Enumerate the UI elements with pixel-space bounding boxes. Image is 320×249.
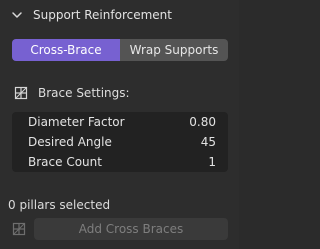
grid-icon: [14, 86, 28, 100]
panel-title: Support Reinforcement: [33, 7, 172, 22]
field-value[interactable]: 1: [208, 155, 216, 169]
field-value[interactable]: 45: [201, 135, 216, 149]
field-value[interactable]: 0.80: [189, 115, 216, 129]
brace-settings-fields: Diameter Factor 0.80 Desired Angle 45 Br…: [12, 112, 228, 172]
mode-tabs: Cross-Brace Wrap Supports: [12, 39, 228, 61]
field-label: Desired Angle: [28, 135, 112, 149]
panel-header[interactable]: Support Reinforcement: [0, 0, 239, 29]
field-label: Brace Count: [28, 155, 102, 169]
brace-settings-heading: Brace Settings:: [14, 86, 130, 100]
grid-icon: [12, 222, 26, 236]
field-label: Diameter Factor: [28, 115, 125, 129]
add-cross-braces-button[interactable]: Add Cross Braces: [34, 218, 228, 240]
brace-settings-label: Brace Settings:: [38, 86, 130, 100]
selection-status: 0 pillars selected: [8, 198, 111, 212]
brace-count-field[interactable]: Brace Count 1: [12, 152, 228, 172]
action-row: Add Cross Braces: [8, 218, 228, 240]
tab-wrap-supports[interactable]: Wrap Supports: [120, 39, 228, 61]
diameter-factor-field[interactable]: Diameter Factor 0.80: [12, 112, 228, 132]
desired-angle-field[interactable]: Desired Angle 45: [12, 132, 228, 152]
chevron-down-icon[interactable]: [11, 9, 23, 21]
tab-cross-brace[interactable]: Cross-Brace: [12, 39, 120, 61]
support-reinforcement-panel: Support Reinforcement Cross-Brace Wrap S…: [0, 0, 239, 249]
